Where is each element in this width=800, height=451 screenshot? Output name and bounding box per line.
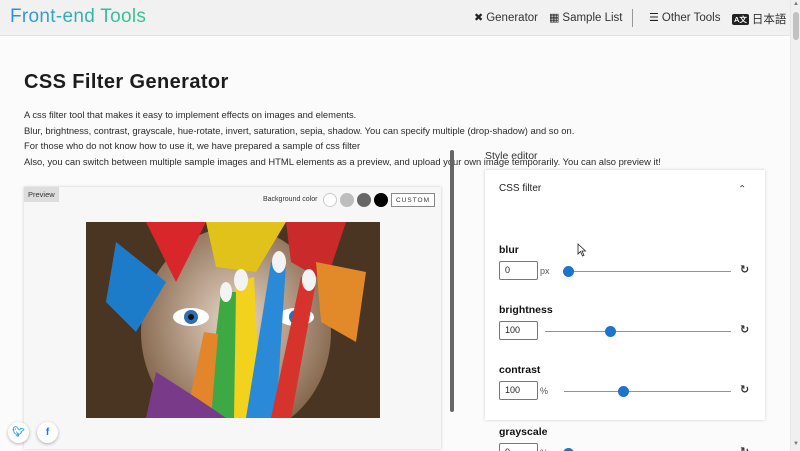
preview-tag: Preview (24, 187, 59, 202)
tools-icon: ✖ (474, 12, 484, 24)
twitter-share-button[interactable]: 🐦︎ (8, 422, 29, 443)
css-filter-card: CSS filter ⌄ blur 0 px ↻ brightness 100 ↻ contr… (485, 170, 765, 451)
filter-value-input[interactable]: 100 (499, 321, 538, 340)
nav-sample-list[interactable]: ▦ Sample List (549, 11, 623, 25)
description-line: A css filter tool that makes it easy to … (24, 109, 357, 120)
translate-icon: A文 (732, 13, 749, 25)
nav-generator-label: Generator (486, 11, 538, 24)
chevron-up-icon[interactable]: ⌄ (738, 182, 746, 193)
custom-color-button[interactable]: CUSTOM (391, 193, 435, 207)
twitter-icon: 🐦︎ (12, 427, 25, 438)
mouse-cursor-icon (577, 243, 587, 257)
background-color-label: Background color (263, 196, 318, 203)
filter-unit: % (540, 386, 549, 396)
swatch-light-gray[interactable] (340, 193, 354, 207)
filter-value-input[interactable]: 0 (499, 261, 538, 280)
nav-generator[interactable]: ✖ Generator (474, 11, 538, 25)
filter-value-input[interactable]: 0 (499, 443, 538, 451)
filter-name: contrast (499, 364, 541, 376)
nav-other-tools-label: Other Tools (661, 11, 721, 24)
description-line: For those who do not know how to use it,… (24, 140, 361, 152)
preview-image (86, 222, 380, 418)
reset-icon[interactable]: ↻ (740, 323, 749, 336)
filter-name: blur (499, 244, 519, 256)
description-line: Blur, brightness, contrast, grayscale, h… (24, 124, 575, 136)
nav-divider (632, 9, 633, 27)
filter-name: grayscale (499, 426, 548, 438)
page-title: CSS Filter Generator (24, 71, 229, 93)
nav-sample-list-label: Sample List (562, 11, 623, 24)
resize-handle[interactable] (450, 150, 454, 412)
scroll-thumb[interactable] (793, 12, 799, 40)
reset-icon[interactable]: ↻ (740, 445, 749, 451)
swatch-dark-gray[interactable] (357, 193, 371, 207)
scroll-down-icon[interactable]: ▼ (793, 441, 799, 447)
scroll-up-icon[interactable]: ▲ (793, 1, 799, 7)
page-description: A css filter tool that makes it easy to … (24, 107, 724, 170)
nav-other-tools[interactable]: ☰ Other Tools (649, 11, 721, 25)
nav-language-label: 日本語 (751, 14, 787, 26)
filter-unit: px (540, 266, 550, 276)
page-scrollbar[interactable]: ▲ ▼ (790, 0, 800, 451)
filter-slider-thumb[interactable] (605, 326, 617, 337)
site-logo[interactable]: Front-end Tools (10, 6, 146, 28)
grid-icon: ▦ (549, 12, 560, 24)
facebook-icon: f (45, 427, 50, 438)
swatch-black[interactable] (374, 193, 388, 207)
filter-slider-thumb[interactable] (618, 386, 630, 397)
top-header: Front-end Tools ✖ Generator ▦ Sample Lis… (0, 0, 790, 36)
filter-slider-track[interactable] (564, 271, 731, 272)
preview-panel: Preview Background color CUSTOM (24, 187, 441, 449)
swatch-white[interactable] (323, 193, 337, 207)
css-filter-heading[interactable]: CSS filter (499, 183, 541, 194)
filter-slider-thumb[interactable] (563, 266, 574, 277)
facebook-share-button[interactable]: f (37, 422, 58, 443)
nav-language[interactable]: A文 日本語 (732, 11, 786, 27)
reset-icon[interactable]: ↻ (740, 383, 749, 396)
style-editor-label: Style editor (485, 150, 538, 162)
list-icon: ☰ (649, 12, 659, 24)
filter-slider-track[interactable] (564, 391, 731, 392)
reset-icon[interactable]: ↻ (740, 263, 749, 276)
description-line: Also, you can switch between multiple sa… (24, 156, 661, 168)
filter-value-input[interactable]: 100 (499, 381, 538, 400)
filter-slider-track[interactable] (545, 331, 731, 332)
filter-name: brightness (499, 304, 553, 316)
